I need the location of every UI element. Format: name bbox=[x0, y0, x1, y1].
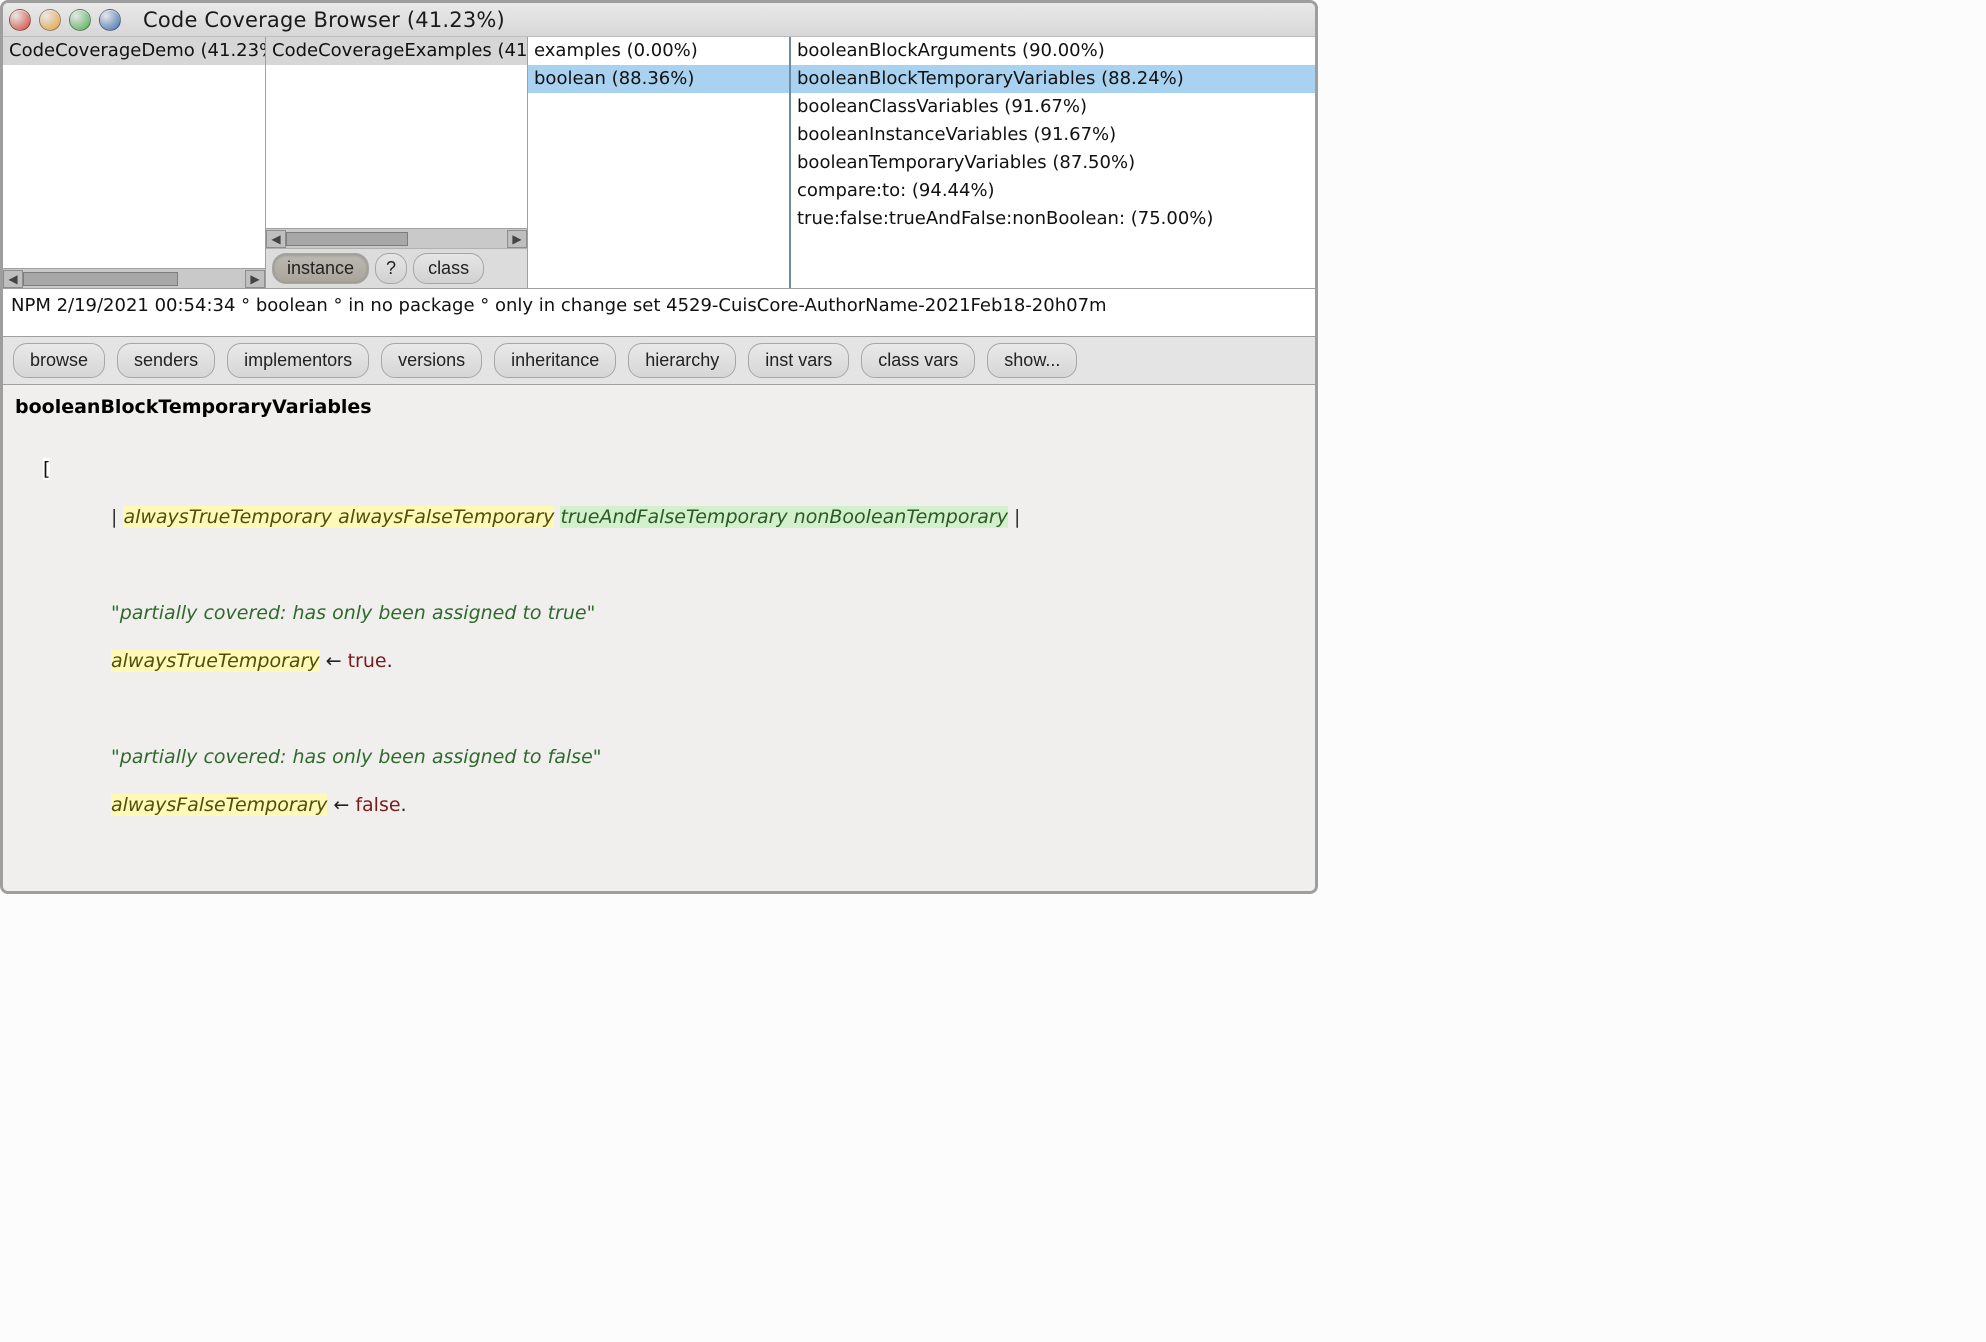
scroll-thumb[interactable] bbox=[286, 232, 408, 246]
methods-pane: booleanBlockArguments (90.00%) booleanBl… bbox=[789, 37, 1315, 288]
scroll-right-icon[interactable]: ▶ bbox=[507, 230, 527, 248]
maximize-icon[interactable] bbox=[69, 9, 91, 31]
titlebar: Code Coverage Browser (41.23%) bbox=[3, 3, 1315, 37]
scroll-left-icon[interactable]: ◀ bbox=[3, 270, 23, 288]
list-item[interactable]: booleanInstanceVariables (91.67%) bbox=[791, 121, 1315, 149]
literal-false: false bbox=[355, 794, 400, 816]
implementors-button[interactable]: implementors bbox=[227, 343, 369, 378]
side-switch: instance ? class bbox=[266, 248, 527, 288]
classes-pane: CodeCoverageExamples (41.23%) ◀ ▶ instan… bbox=[265, 37, 527, 288]
list-item[interactable]: CodeCoverageDemo (41.23%) bbox=[3, 37, 265, 65]
method-title: booleanBlockTemporaryVariables bbox=[15, 395, 1303, 419]
pipe: | bbox=[1014, 506, 1020, 528]
meta-button[interactable]: ? bbox=[375, 253, 407, 284]
window-title: Code Coverage Browser (41.23%) bbox=[143, 8, 505, 32]
hierarchy-button[interactable]: hierarchy bbox=[628, 343, 736, 378]
comment: "partially covered: has only been assign… bbox=[111, 746, 602, 768]
browser-panes: CodeCoverageDemo (41.23%) ◀ ▶ CodeCovera… bbox=[3, 37, 1315, 289]
scroll-left-icon[interactable]: ◀ bbox=[266, 230, 286, 248]
status-bar: NPM 2/19/2021 00:54:34 ° boolean ° in no… bbox=[3, 289, 1315, 337]
packages-pane: CodeCoverageDemo (41.23%) ◀ ▶ bbox=[3, 37, 265, 288]
comment: "partially covered: has only been assign… bbox=[111, 602, 595, 624]
menu-icon[interactable] bbox=[99, 9, 121, 31]
assign-arrow-icon: ← bbox=[327, 794, 355, 816]
inst-vars-button[interactable]: inst vars bbox=[748, 343, 849, 378]
scroll-thumb[interactable] bbox=[23, 272, 178, 286]
toolbar: browse senders implementors versions inh… bbox=[3, 337, 1315, 385]
var-ref: alwaysTrueTemporary bbox=[111, 650, 320, 672]
show-button[interactable]: show... bbox=[987, 343, 1077, 378]
hscrollbar[interactable]: ◀ ▶ bbox=[3, 268, 265, 288]
hscrollbar[interactable]: ◀ ▶ bbox=[266, 228, 527, 248]
temp-decl-full: trueAndFalseTemporary nonBooleanTemporar… bbox=[560, 506, 1008, 528]
protocols-list[interactable]: examples (0.00%) boolean (88.36%) bbox=[528, 37, 789, 288]
scroll-track[interactable] bbox=[286, 232, 507, 246]
class-button[interactable]: class bbox=[413, 253, 484, 284]
open-bracket: [ bbox=[43, 458, 50, 480]
list-item[interactable]: booleanClassVariables (91.67%) bbox=[791, 93, 1315, 121]
senders-button[interactable]: senders bbox=[117, 343, 215, 378]
source-pane[interactable]: booleanBlockTemporaryVariables [ | alway… bbox=[3, 385, 1315, 891]
list-item[interactable]: CodeCoverageExamples (41.23%) bbox=[266, 37, 527, 65]
assign-arrow-icon: ← bbox=[320, 650, 348, 672]
list-item[interactable]: booleanTemporaryVariables (87.50%) bbox=[791, 149, 1315, 177]
class-vars-button[interactable]: class vars bbox=[861, 343, 975, 378]
list-item[interactable]: boolean (88.36%) bbox=[528, 65, 789, 93]
list-item[interactable]: booleanBlockArguments (90.00%) bbox=[791, 37, 1315, 65]
classes-list[interactable]: CodeCoverageExamples (41.23%) bbox=[266, 37, 527, 228]
minimize-icon[interactable] bbox=[39, 9, 61, 31]
scroll-track[interactable] bbox=[23, 272, 245, 286]
packages-list[interactable]: CodeCoverageDemo (41.23%) bbox=[3, 37, 265, 268]
list-item[interactable]: true:false:trueAndFalse:nonBoolean: (75.… bbox=[791, 205, 1315, 233]
instance-button[interactable]: instance bbox=[272, 253, 369, 284]
literal-true: true bbox=[348, 650, 387, 672]
protocols-pane: examples (0.00%) boolean (88.36%) bbox=[527, 37, 789, 288]
list-item[interactable]: booleanBlockTemporaryVariables (88.24%) bbox=[791, 65, 1315, 93]
source-code[interactable]: [ | alwaysTrueTemporary alwaysFalseTempo… bbox=[15, 433, 1303, 891]
dot: . bbox=[387, 650, 393, 672]
close-icon[interactable] bbox=[9, 9, 31, 31]
var-ref: alwaysFalseTemporary bbox=[111, 794, 327, 816]
pipe: | bbox=[111, 506, 117, 528]
temp-decl-partial: alwaysTrueTemporary alwaysFalseTemporary bbox=[123, 506, 554, 528]
code-coverage-window: Code Coverage Browser (41.23%) CodeCover… bbox=[0, 0, 1318, 894]
browse-button[interactable]: browse bbox=[13, 343, 105, 378]
comment: "fully covered: has been assigned to bot… bbox=[111, 890, 654, 891]
methods-list[interactable]: booleanBlockArguments (90.00%) booleanBl… bbox=[791, 37, 1315, 288]
inheritance-button[interactable]: inheritance bbox=[494, 343, 616, 378]
list-item[interactable]: compare:to: (94.44%) bbox=[791, 177, 1315, 205]
list-item[interactable]: examples (0.00%) bbox=[528, 37, 789, 65]
versions-button[interactable]: versions bbox=[381, 343, 482, 378]
dot: . bbox=[401, 794, 407, 816]
scroll-right-icon[interactable]: ▶ bbox=[245, 270, 265, 288]
